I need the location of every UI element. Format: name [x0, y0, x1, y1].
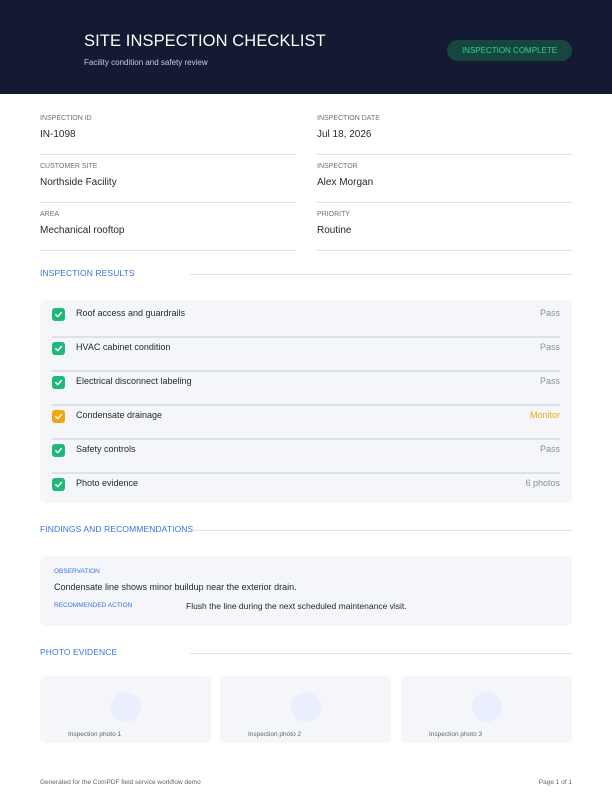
- status-badge: INSPECTION COMPLETE: [447, 40, 572, 61]
- recommended-action-text: Flush the line during the next scheduled…: [186, 601, 407, 611]
- field-value: Routine: [317, 225, 352, 236]
- page-subtitle: Facility condition and safety review: [84, 58, 208, 67]
- field-area: AREA Mechanical rooftop: [40, 211, 296, 251]
- field-customer-site: CUSTOMER SITE Northside Facility: [40, 163, 296, 203]
- field-label: PRIORITY: [317, 211, 351, 218]
- section-divider: [190, 530, 572, 531]
- result-status: Monitor: [529, 410, 560, 420]
- field-label: INSPECTION DATE: [317, 115, 380, 122]
- checkbox-checked-icon: [52, 478, 65, 491]
- header-banner: SITE INSPECTION CHECKLIST Facility condi…: [0, 0, 612, 94]
- section-divider: [190, 274, 572, 275]
- result-row: HVAC cabinet condition Pass: [52, 338, 560, 372]
- field-value: Jul 18, 2026: [317, 129, 372, 140]
- section-divider: [190, 653, 572, 654]
- photo-placeholder-icon: [111, 692, 141, 722]
- photo-caption: Inspection photo 1: [68, 731, 122, 738]
- field-value: Alex Morgan: [317, 177, 374, 188]
- photo-caption: Inspection photo 3: [429, 731, 483, 738]
- field-label: CUSTOMER SITE: [40, 163, 98, 170]
- observation-label: OBSERVATION: [54, 568, 100, 575]
- result-name: Condensate drainage: [76, 410, 163, 420]
- result-name: Safety controls: [76, 444, 136, 454]
- results-panel: Roof access and guardrails Pass HVAC cab…: [40, 300, 572, 503]
- field-priority: PRIORITY Routine: [317, 211, 573, 251]
- photo-placeholder-icon: [291, 692, 321, 722]
- photo-card: Inspection photo 3: [401, 676, 572, 743]
- page-number: Page 1 of 1: [538, 779, 572, 786]
- section-title-results: INSPECTION RESULTS: [40, 268, 135, 278]
- field-value: IN-1098: [40, 129, 76, 140]
- findings-panel: OBSERVATION Condensate line shows minor …: [40, 556, 572, 626]
- result-status: Pass: [539, 308, 560, 318]
- result-row: Safety controls Pass: [52, 440, 560, 474]
- result-name: Photo evidence: [76, 478, 139, 488]
- result-name: HVAC cabinet condition: [76, 342, 171, 352]
- checkbox-checked-icon: [52, 376, 65, 389]
- checkbox-checked-icon: [52, 342, 65, 355]
- checkbox-checked-icon: [52, 410, 65, 423]
- result-name: Roof access and guardrails: [76, 308, 186, 318]
- result-row: Photo evidence 6 photos: [52, 474, 560, 508]
- result-status: 6 photos: [525, 478, 560, 488]
- result-row: Electrical disconnect labeling Pass: [52, 372, 560, 406]
- page-title: SITE INSPECTION CHECKLIST: [84, 32, 326, 50]
- checkbox-checked-icon: [52, 308, 65, 321]
- section-title-findings: FINDINGS AND RECOMMENDATIONS: [40, 524, 194, 534]
- photo-caption: Inspection photo 2: [248, 731, 302, 738]
- photo-placeholder-icon: [472, 692, 502, 722]
- result-row: Condensate drainage Monitor: [52, 406, 560, 440]
- field-inspector: INSPECTOR Alex Morgan: [317, 163, 573, 203]
- result-status: Pass: [539, 376, 560, 386]
- field-label: AREA: [40, 211, 60, 218]
- field-value: Northside Facility: [40, 177, 117, 188]
- checkbox-checked-icon: [52, 444, 65, 457]
- field-label: INSPECTION ID: [40, 115, 92, 122]
- photo-card: Inspection photo 2: [220, 676, 391, 743]
- field-value: Mechanical rooftop: [40, 225, 125, 236]
- result-row: Roof access and guardrails Pass: [52, 304, 560, 338]
- section-title-photos: PHOTO EVIDENCE: [40, 647, 118, 657]
- field-inspection-id: INSPECTION ID IN-1098: [40, 115, 296, 155]
- photo-card: Inspection photo 1: [40, 676, 211, 743]
- result-name: Electrical disconnect labeling: [76, 376, 192, 386]
- recommended-action-label: RECOMMENDED ACTION: [54, 602, 133, 609]
- field-label: INSPECTOR: [317, 163, 358, 170]
- field-inspection-date: INSPECTION DATE Jul 18, 2026: [317, 115, 573, 155]
- footer-note: Generated for the ComPDF field service w…: [40, 779, 201, 786]
- result-status: Pass: [539, 342, 560, 352]
- result-status: Pass: [539, 444, 560, 454]
- observation-text: Condensate line shows minor buildup near…: [54, 582, 297, 592]
